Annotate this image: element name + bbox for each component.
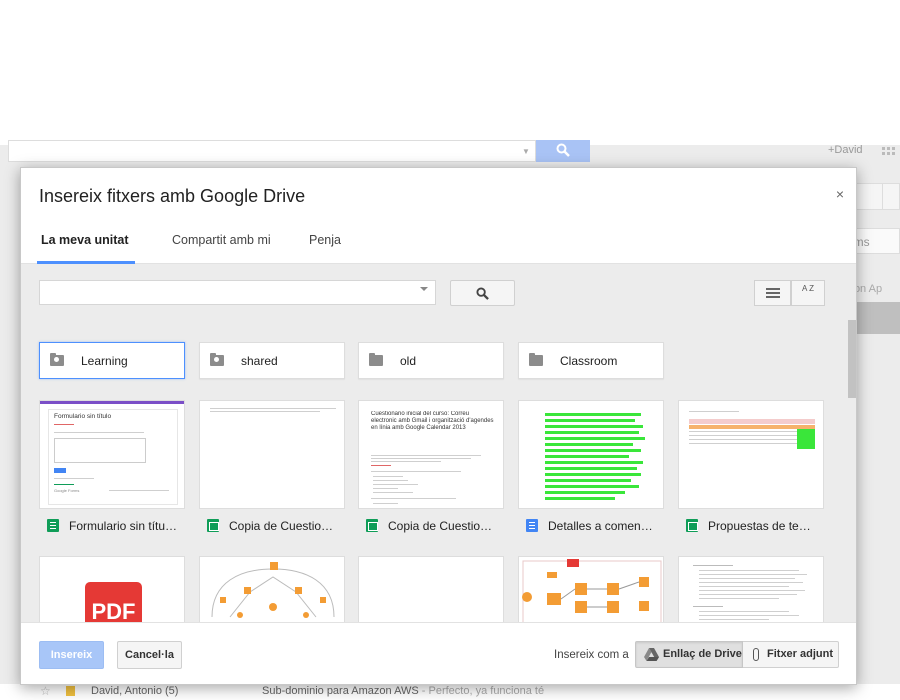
file-item-doc[interactable] — [678, 556, 824, 622]
file-meta: Propuestas de te… — [686, 519, 826, 533]
file-thumbnail: PDF — [39, 556, 185, 622]
file-item[interactable]: Copia de Cuestio… — [199, 400, 345, 533]
file-meta: Copia de Cuestio… — [207, 519, 347, 533]
insert-drive-dialog: Insereix fitxers amb Google Drive × La m… — [20, 167, 857, 685]
folder-name: Learning — [81, 354, 128, 368]
file-meta: Detalles a comen… — [526, 519, 666, 533]
folder-shared[interactable]: shared — [199, 342, 345, 379]
file-item[interactable]: Detalles a comen… — [518, 400, 664, 533]
close-icon[interactable]: × — [836, 186, 844, 202]
file-item[interactable]: Cuestionario inicial del curso: Correu e… — [358, 400, 504, 533]
dialog-footer: Insereix Cancel·la Insereix com a Enllaç… — [21, 622, 856, 684]
folder-name: shared — [241, 354, 278, 368]
drive-link-label: Enllaç de Drive — [663, 648, 742, 660]
folder-icon — [369, 353, 383, 366]
file-thumbnail: Cuestionario inicial del curso: Correu e… — [358, 400, 504, 509]
file-title: Propuestas de te… — [708, 519, 811, 533]
gmail-search-button[interactable] — [536, 140, 590, 162]
email-sender: David, Antonio (5) — [91, 685, 179, 697]
folder-old[interactable]: old — [358, 342, 504, 379]
file-item-diagram[interactable] — [199, 556, 345, 622]
tab-upload[interactable]: Penja — [309, 233, 341, 247]
sort-az-icon: A Z — [801, 284, 814, 293]
search-options-caret-icon[interactable] — [420, 287, 428, 291]
folder-learning[interactable]: Learning — [39, 342, 185, 379]
drive-icon — [644, 648, 659, 661]
file-title: Detalles a comen… — [548, 519, 653, 533]
importance-marker-icon[interactable] — [66, 686, 75, 696]
gmail-search-caret-icon[interactable]: ▼ — [522, 147, 530, 156]
file-thumbnail — [518, 556, 664, 622]
insert-button[interactable]: Insereix — [39, 641, 104, 669]
gmail-search-input[interactable] — [8, 140, 536, 162]
file-item[interactable]: Propuestas de te… — [678, 400, 824, 533]
dialog-tabs: La meva unitat Compartit amb mi Penja — [21, 224, 856, 264]
attachment-label: Fitxer adjunt — [767, 648, 834, 660]
spreadsheet-icon — [207, 519, 219, 532]
file-title: Copia de Cuestio… — [229, 519, 334, 533]
folder-name: Classroom — [560, 354, 618, 368]
email-subject-text: Sub-dominio para Amazon AWS — [262, 685, 419, 697]
apps-grid-icon[interactable] — [882, 147, 896, 159]
tab-my-drive[interactable]: La meva unitat — [41, 233, 129, 247]
file-thumbnail — [678, 400, 824, 509]
paperclip-icon — [753, 648, 759, 661]
attachment-toggle[interactable]: Fitxer adjunt — [743, 641, 839, 668]
folder-name: old — [400, 354, 417, 368]
thumb-quiz-title: Cuestionario inicial del curso: Correu e… — [371, 411, 494, 431]
file-item-pdf[interactable]: PDF — [39, 556, 185, 622]
scrollbar-thumb[interactable] — [848, 320, 856, 398]
sort-button[interactable]: A Z — [791, 280, 825, 306]
email-snippet: - Perfecto, ya funciona té — [418, 685, 545, 697]
shared-folder-icon — [50, 353, 64, 366]
thumb-form-brand: Google Forms — [54, 488, 80, 493]
drive-link-toggle[interactable]: Enllaç de Drive — [635, 641, 743, 668]
thumb-form-title: Formulario sin título — [54, 413, 112, 420]
gmail-toolbar-button[interactable] — [882, 183, 900, 210]
file-thumbnail — [518, 400, 664, 509]
folder-classroom[interactable]: Classroom — [518, 342, 664, 379]
cancel-button[interactable]: Cancel·la — [117, 641, 182, 669]
file-item[interactable]: Formulario sin título Google Forms Formu… — [39, 400, 185, 533]
file-title: Copia de Cuestio… — [388, 519, 493, 533]
search-icon — [476, 287, 489, 300]
dialog-title: Insereix fitxers amb Google Drive — [39, 186, 306, 206]
folder-icon — [529, 353, 543, 366]
file-item-blank[interactable] — [358, 556, 504, 622]
gmail-email-row[interactable]: ☆ David, Antonio (5) Sub-dominio para Am… — [0, 684, 900, 700]
file-thumbnail — [199, 556, 345, 622]
shared-folder-icon — [210, 353, 224, 366]
diagram-thumbnail-icon — [522, 559, 662, 622]
diagram-thumbnail-icon — [211, 562, 335, 618]
search-icon — [556, 143, 570, 157]
spreadsheet-icon — [366, 519, 378, 532]
spreadsheet-icon — [686, 519, 698, 532]
file-meta: Copia de Cuestio… — [366, 519, 506, 533]
file-browser: A Z Learning shared old Classroom Formul… — [21, 264, 856, 622]
document-icon — [526, 519, 538, 532]
gmail-user-link[interactable]: +David — [828, 144, 863, 156]
drive-search-button[interactable] — [450, 280, 515, 306]
top-blank-area — [0, 0, 900, 145]
file-thumbnail — [678, 556, 824, 622]
file-thumbnail — [199, 400, 345, 509]
drive-search-input[interactable] — [39, 280, 436, 305]
file-meta: Formulario sin títu… — [47, 519, 187, 533]
list-view-button[interactable] — [754, 280, 791, 306]
pdf-label: PDF — [91, 599, 136, 622]
insert-as-label: Insereix com a — [554, 649, 629, 661]
file-title: Formulario sin títu… — [69, 519, 178, 533]
star-icon[interactable]: ☆ — [40, 684, 51, 698]
forms-icon — [47, 519, 59, 532]
file-thumbnail — [358, 556, 504, 622]
tab-shared-with-me[interactable]: Compartit amb mi — [172, 233, 271, 247]
file-item-aws-diagram[interactable] — [518, 556, 664, 622]
file-thumbnail: Formulario sin título Google Forms — [39, 400, 185, 509]
email-subject: Sub-dominio para Amazon AWS - Perfecto, … — [262, 685, 544, 697]
pdf-icon: PDF — [85, 582, 142, 622]
